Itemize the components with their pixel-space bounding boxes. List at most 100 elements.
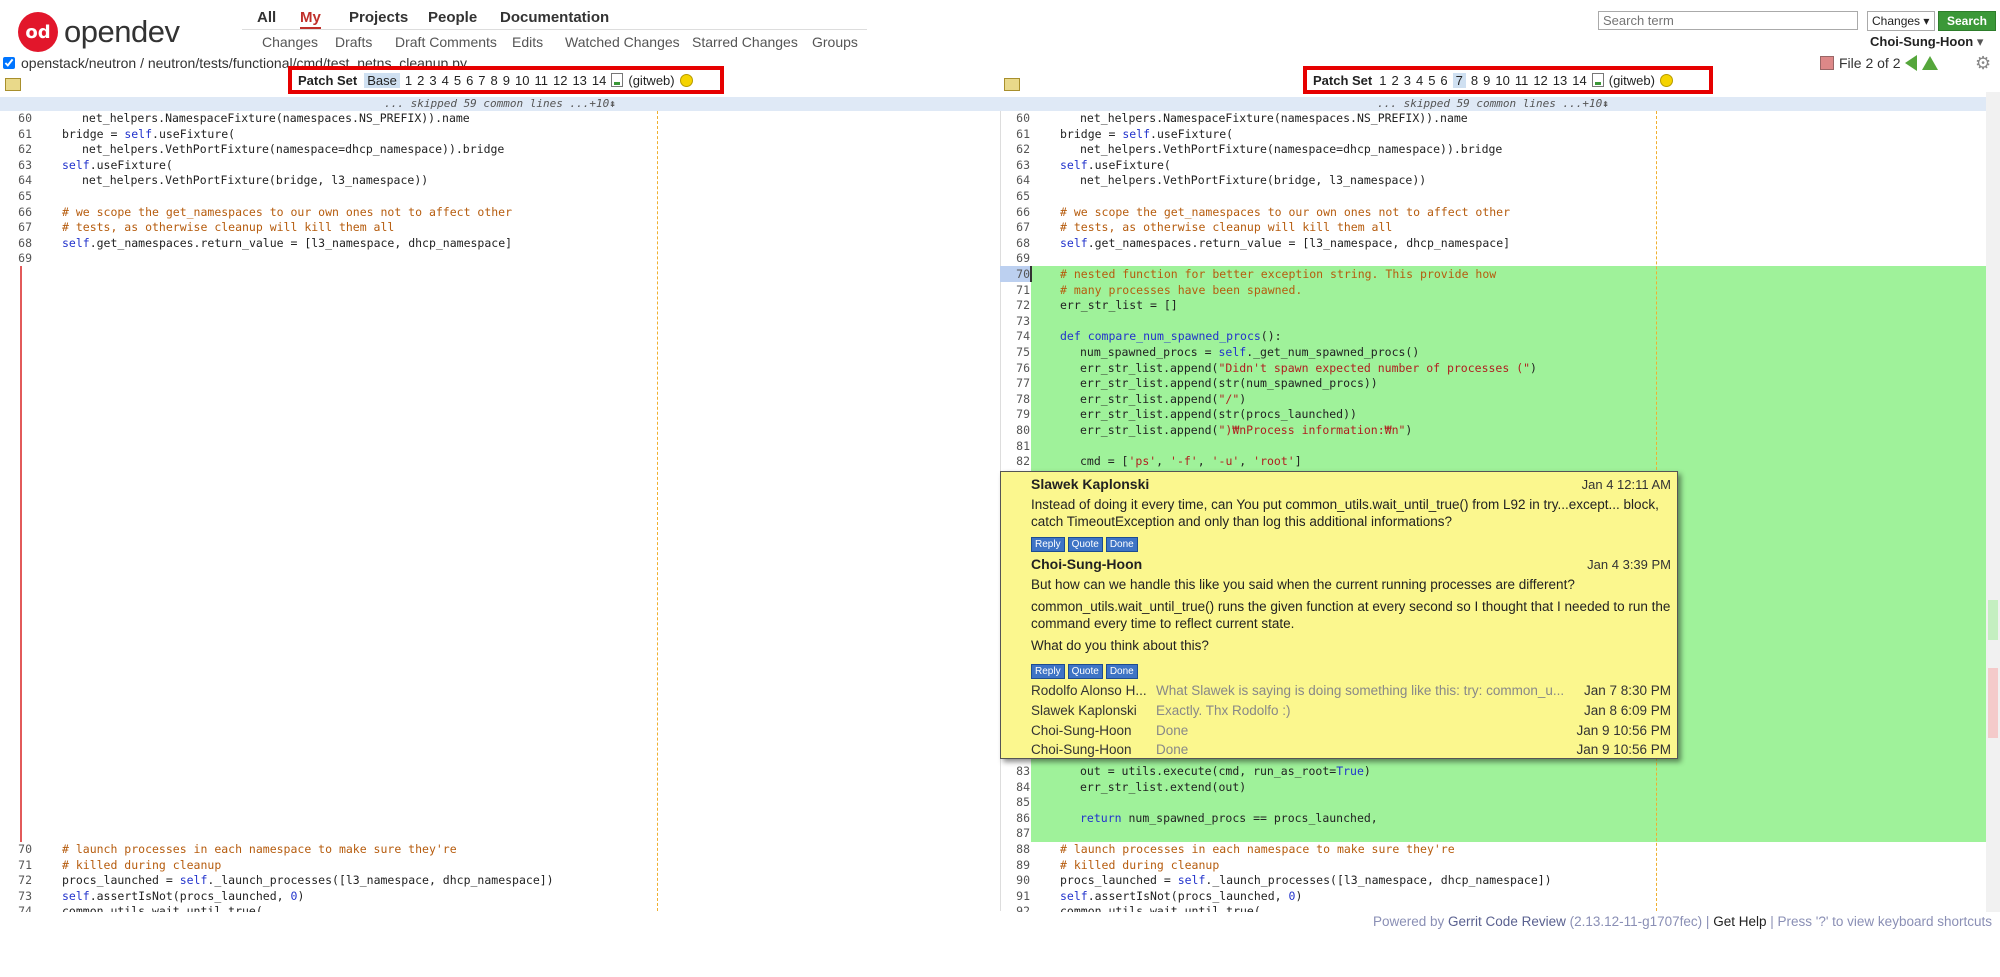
subnav-drafts[interactable]: Drafts: [335, 34, 372, 50]
code-line[interactable]: 92 common_utils.wait_until_true(: [1003, 904, 1983, 912]
code-line[interactable]: 84 err_str_list.extend(out): [1003, 780, 1983, 796]
code-line[interactable]: 70 # nested function for better exception…: [1003, 267, 1983, 283]
skipped-lines-left[interactable]: ... skipped 59 common lines ...+10⇞: [0, 97, 1000, 111]
code-line[interactable]: 74 def compare_num_spawned_procs():: [1003, 329, 1983, 345]
quote-button[interactable]: Quote: [1067, 664, 1103, 679]
line-number[interactable]: 61: [5, 127, 32, 143]
search-scope-select[interactable]: Changes ▾: [1867, 11, 1935, 31]
line-number[interactable]: 62: [5, 142, 32, 158]
code-line[interactable]: 62 net_helpers.VethPortFixture(namespace=…: [1003, 142, 1983, 158]
code-line[interactable]: 87: [1003, 826, 1983, 842]
line-number[interactable]: 78: [1003, 392, 1030, 408]
reply-button[interactable]: Reply: [1031, 664, 1065, 679]
patch-set-5[interactable]: 5: [1428, 73, 1435, 88]
line-number[interactable]: 60: [5, 111, 32, 127]
code-line[interactable]: 85: [1003, 795, 1983, 811]
patch-set-9[interactable]: 9: [503, 73, 510, 88]
line-number[interactable]: 74: [5, 904, 32, 912]
line-number[interactable]: 70: [5, 842, 32, 858]
line-number[interactable]: 67: [1003, 220, 1030, 236]
lightbulb-icon[interactable]: [1659, 73, 1673, 87]
line-number[interactable]: 92: [1003, 904, 1030, 912]
search-button[interactable]: Search: [1938, 11, 1996, 31]
line-number[interactable]: 63: [5, 158, 32, 174]
code-line[interactable]: 65: [1003, 189, 1983, 205]
code-line[interactable]: 69: [1003, 251, 1983, 267]
patch-set-7[interactable]: 7: [478, 73, 485, 88]
code-line[interactable]: 60 net_helpers.NamespaceFixture(namespace…: [1003, 111, 1983, 127]
code-line[interactable]: 64 net_helpers.VethPortFixture(bridge, l3…: [1003, 173, 1983, 189]
collapsed-comment[interactable]: Choi-Sung-Hoon Done Jan 9 10:56 PM: [1031, 723, 1671, 738]
patch-set-8[interactable]: 8: [1471, 73, 1478, 88]
code-line[interactable]: 70 # launch processes in each namespace t…: [5, 842, 995, 858]
code-line[interactable]: 74 common_utils.wait_until_true(: [5, 904, 995, 912]
code-line[interactable]: 80 err_str_list.append(")₩nProcess inform…: [1003, 423, 1983, 439]
done-button[interactable]: Done: [1105, 664, 1138, 679]
line-number[interactable]: 82: [1003, 454, 1030, 470]
code-line[interactable]: 64 net_helpers.VethPortFixture(bridge, l3…: [5, 173, 995, 189]
nav-projects[interactable]: Projects: [349, 9, 408, 26]
line-number[interactable]: 90: [1003, 873, 1030, 889]
line-number[interactable]: 79: [1003, 407, 1030, 423]
line-number[interactable]: 85: [1003, 795, 1030, 811]
line-number[interactable]: 62: [1003, 142, 1030, 158]
code-line[interactable]: 78 err_str_list.append("/"): [1003, 392, 1983, 408]
code-line[interactable]: 62 net_helpers.VethPortFixture(namespace=…: [5, 142, 995, 158]
code-line[interactable]: 76 err_str_list.append("Didn't spawn expe…: [1003, 361, 1983, 377]
line-number[interactable]: 72: [5, 873, 32, 889]
nav-my[interactable]: My: [300, 9, 321, 30]
code-line[interactable]: 72 err_str_list = []: [1003, 298, 1983, 314]
line-number[interactable]: 74: [1003, 329, 1030, 345]
code-line[interactable]: 79 err_str_list.append(str(procs_launched…: [1003, 407, 1983, 423]
subnav-starred-changes[interactable]: Starred Changes: [692, 34, 798, 50]
code-line[interactable]: 86 return num_spawned_procs == procs_laun…: [1003, 811, 1983, 827]
expand-all-icon[interactable]: [5, 78, 21, 91]
code-line[interactable]: 67 # tests, as otherwise cleanup will kil…: [1003, 220, 1983, 236]
code-line[interactable]: 90 procs_launched = self._launch_processe…: [1003, 873, 1983, 889]
patch-set-13[interactable]: 13: [1553, 73, 1567, 88]
line-number[interactable]: 71: [5, 858, 32, 874]
diff-scrollbar[interactable]: [1986, 92, 2000, 912]
code-line[interactable]: 89 # killed during cleanup: [1003, 858, 1983, 874]
patch-set-12[interactable]: 12: [553, 73, 567, 88]
left-code-pane-bottom[interactable]: 70 # launch processes in each namespace t…: [5, 842, 995, 912]
code-line[interactable]: 71 # killed during cleanup: [5, 858, 995, 874]
subnav-groups[interactable]: Groups: [812, 34, 858, 50]
patch-set-14[interactable]: 14: [592, 73, 606, 88]
line-number[interactable]: 88: [1003, 842, 1030, 858]
subnav-watched-changes[interactable]: Watched Changes: [565, 34, 680, 50]
gitweb-link[interactable]: (gitweb): [628, 73, 674, 88]
done-button[interactable]: Done: [1105, 537, 1138, 552]
gear-icon[interactable]: ⚙: [1975, 53, 1991, 74]
line-number[interactable]: 81: [1003, 439, 1030, 455]
patch-set-9[interactable]: 9: [1483, 73, 1490, 88]
patch-set-3[interactable]: 3: [429, 73, 436, 88]
code-line[interactable]: 91 self.assertIsNot(procs_launched, 0): [1003, 889, 1983, 905]
code-line[interactable]: 68 self.get_namespaces.return_value = [l3…: [5, 236, 995, 252]
subnav-changes[interactable]: Changes: [262, 34, 318, 50]
patch-set-2[interactable]: 2: [417, 73, 424, 88]
patch-set-3[interactable]: 3: [1404, 73, 1411, 88]
line-number[interactable]: 65: [5, 189, 32, 205]
code-line[interactable]: 82 cmd = ['ps', '-f', '-u', 'root']: [1003, 454, 1983, 470]
patch-set-14[interactable]: 14: [1572, 73, 1586, 88]
comment-author[interactable]: Slawek Kaplonski: [1031, 476, 1149, 492]
lightbulb-icon[interactable]: [679, 73, 693, 87]
user-menu[interactable]: Choi-Sung-Hoon ▾: [1870, 34, 1983, 50]
patch-set-11[interactable]: 11: [534, 73, 548, 88]
line-number[interactable]: 60: [1003, 111, 1030, 127]
code-line[interactable]: 63 self.useFixture(: [5, 158, 995, 174]
download-icon[interactable]: [1591, 73, 1604, 87]
patch-set-10[interactable]: 10: [1495, 73, 1509, 88]
subnav-draft-comments[interactable]: Draft Comments: [395, 34, 497, 50]
patch-set-1[interactable]: 1: [405, 73, 412, 88]
line-number[interactable]: 65: [1003, 189, 1030, 205]
right-code-pane-top[interactable]: 60 net_helpers.NamespaceFixture(namespace…: [1003, 111, 1983, 471]
code-line[interactable]: 63 self.useFixture(: [1003, 158, 1983, 174]
line-number[interactable]: 83: [1003, 764, 1030, 780]
collapsed-comment[interactable]: Rodolfo Alonso H... What Slawek is sayin…: [1031, 683, 1671, 698]
line-number[interactable]: 80: [1003, 423, 1030, 439]
line-number[interactable]: 73: [1003, 314, 1030, 330]
code-line[interactable]: 73 self.assertIsNot(procs_launched, 0): [5, 889, 995, 905]
line-number[interactable]: 67: [5, 220, 32, 236]
